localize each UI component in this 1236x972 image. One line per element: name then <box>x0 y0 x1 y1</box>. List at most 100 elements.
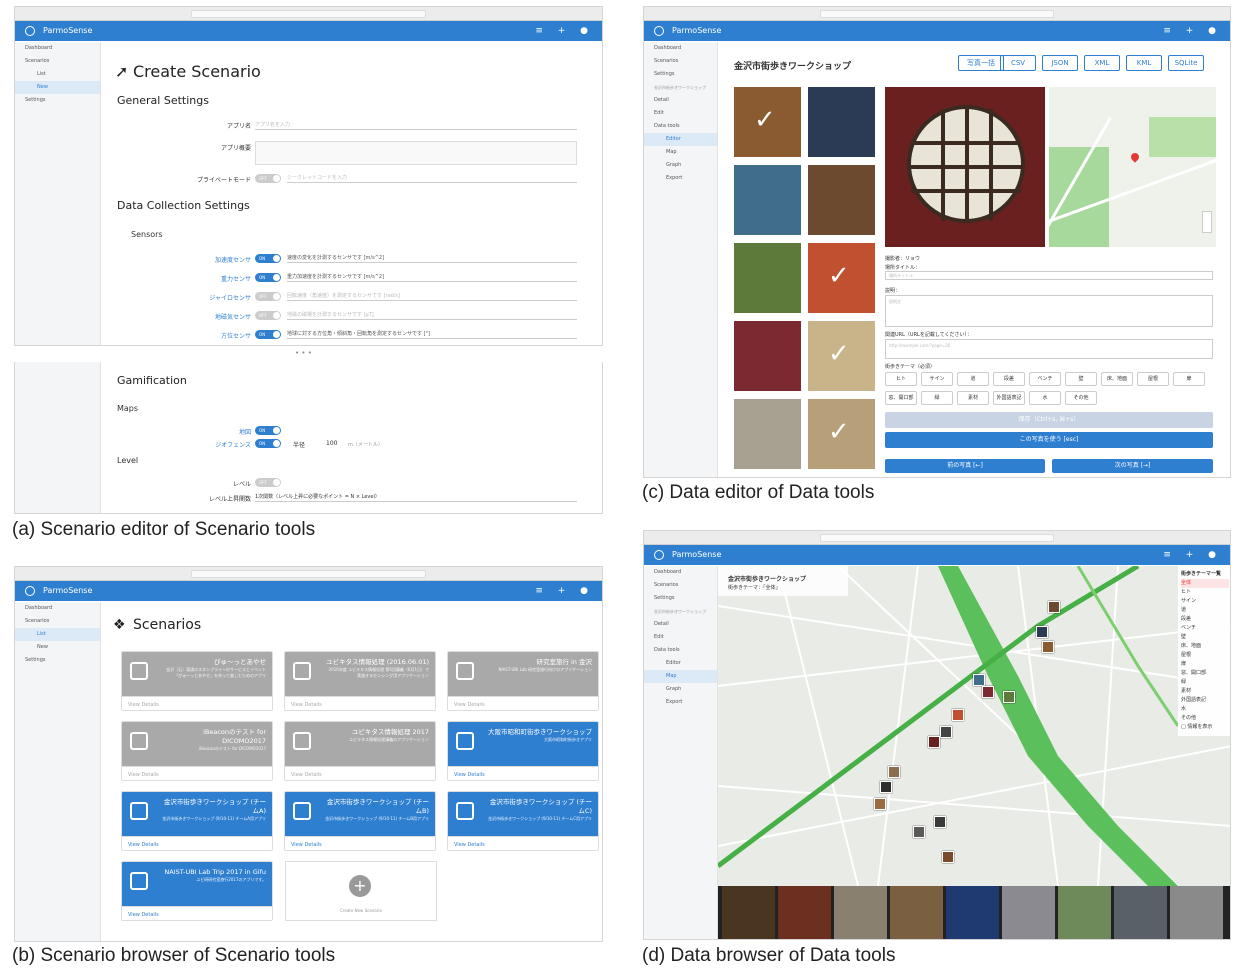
theme-tag-button[interactable]: 素材 <box>957 391 989 405</box>
level-toggle[interactable]: OFF <box>255 478 281 487</box>
strip-photo[interactable] <box>890 886 943 939</box>
photo-marker[interactable] <box>1048 601 1060 613</box>
sidebar-item-dashboard[interactable]: Dashboard <box>15 42 100 55</box>
theme-tag-button[interactable]: 窓、開口部 <box>885 391 917 405</box>
sidebar-item-settings[interactable]: Settings <box>644 592 717 605</box>
scenario-card[interactable]: 研究室旅行 in 金沢 NAIST-UBI Lab 研究室旅行向けのアプリケーシ… <box>447 651 599 711</box>
photo-thumbnail[interactable]: ✓ <box>808 321 875 391</box>
appdesc-textarea[interactable] <box>255 141 577 165</box>
photo-marker[interactable] <box>1003 691 1015 703</box>
scenario-card[interactable]: ユビキタス情報処理 (2016.06.01) 2016年度 ユビキタス情報処理 … <box>284 651 436 711</box>
theme-tag-button[interactable]: サイン <box>921 372 953 386</box>
sensor-toggle[interactable]: ON <box>255 273 281 282</box>
export-button[interactable]: KML <box>1126 55 1162 71</box>
photo-marker[interactable] <box>928 736 940 748</box>
view-details-link[interactable]: View Details <box>285 836 435 850</box>
sidebar-item-scenarios[interactable]: Scenarios <box>15 615 100 628</box>
view-details-link[interactable]: View Details <box>448 836 598 850</box>
map-view[interactable]: 金沢市街歩きワークショップ 街歩きテーマ：「全体」 街歩きテーマ一覧 全体 ヒトサ… <box>718 566 1230 939</box>
photo-thumbnail[interactable]: ✓ <box>734 87 801 157</box>
photo-marker[interactable] <box>880 781 892 793</box>
theme-tag-button[interactable]: 屋根 <box>1137 372 1169 386</box>
photo-thumbnail[interactable] <box>734 243 801 313</box>
sidebar-item-list[interactable]: List <box>15 628 100 641</box>
photo-marker[interactable] <box>942 851 954 863</box>
strip-photo[interactable] <box>1114 886 1167 939</box>
photo-thumbnail[interactable] <box>734 165 801 235</box>
theme-tag-button[interactable]: 道 <box>957 372 989 386</box>
sidebar-item-settings[interactable]: Settings <box>15 94 100 107</box>
legend-item[interactable]: 素材 <box>1181 687 1229 696</box>
sidebar-item-graph[interactable]: Graph <box>644 159 717 172</box>
levelup-select[interactable]: 1次関数（レベル上昇に必要なポイント = N × Level） <box>255 492 577 502</box>
sidebar-item-new[interactable]: New <box>15 81 100 94</box>
sidebar-item-detail[interactable]: Detail <box>644 618 717 631</box>
scenario-card[interactable]: ぴゅ〜っとあやせ 金沢（石）湯涌のスタンプラリーのサービスとイベント「ぴゅ〜っと… <box>121 651 273 711</box>
strip-photo[interactable] <box>1170 886 1223 939</box>
scenario-card[interactable]: 大阪市昭和町街歩きワークショップ 大阪市昭和町街歩きアプリ View Detai… <box>447 721 599 781</box>
sidebar-item-settings[interactable]: Settings <box>644 68 717 81</box>
sidebar-item-graph[interactable]: Graph <box>644 683 717 696</box>
theme-tag-button[interactable]: 緑 <box>921 391 953 405</box>
secret-code-input[interactable]: シークレットコードを入力 <box>287 173 577 183</box>
theme-tag-button[interactable]: ベンチ <box>1029 372 1061 386</box>
view-details-link[interactable]: View Details <box>122 696 272 710</box>
legend-item[interactable]: ヒト <box>1181 588 1229 597</box>
prev-photo-button[interactable]: 前の写真 [←] <box>885 459 1045 473</box>
photo-marker[interactable] <box>874 798 886 810</box>
sidebar-item-settings[interactable]: Settings <box>15 654 100 667</box>
strip-photo[interactable] <box>834 886 887 939</box>
sidebar-item-dashboard[interactable]: Dashboard <box>15 602 100 615</box>
legend-item[interactable]: 壁 <box>1181 633 1229 642</box>
legend-item[interactable]: その他 <box>1181 714 1229 723</box>
photo-thumbnail[interactable] <box>808 87 875 157</box>
sidebar-item-dashboard[interactable]: Dashboard <box>644 566 717 579</box>
legend-item[interactable]: サイン <box>1181 597 1229 606</box>
strip-photo[interactable] <box>722 886 775 939</box>
sidebar-item-edit[interactable]: Edit <box>644 631 717 644</box>
photo-thumbnail[interactable]: ✓ <box>808 399 875 469</box>
photo-thumbnail[interactable] <box>808 165 875 235</box>
location-map[interactable] <box>1049 87 1216 247</box>
theme-tag-button[interactable]: 段差 <box>993 372 1025 386</box>
create-scenario-card[interactable]: + Create New Scenario <box>285 861 437 921</box>
sidebar-item-edit[interactable]: Edit <box>644 107 717 120</box>
photo-thumbnail[interactable] <box>734 399 801 469</box>
sensor-toggle[interactable]: OFF <box>255 292 281 301</box>
strip-photo[interactable] <box>1058 886 1111 939</box>
appname-input[interactable]: アプリ名を入力 <box>255 120 577 130</box>
view-details-link[interactable]: View Details <box>122 836 272 850</box>
sidebar-item-datatools[interactable]: Data tools <box>644 120 717 133</box>
legend-item[interactable]: 床、地面 <box>1181 642 1229 651</box>
sidebar-item-editor[interactable]: Editor <box>644 657 717 670</box>
photo-marker[interactable] <box>940 726 952 738</box>
map-toggle[interactable]: ON <box>255 426 281 435</box>
app-name[interactable]: ParmoSense <box>672 26 721 35</box>
app-name[interactable]: ParmoSense <box>672 550 721 559</box>
theme-tag-button[interactable]: 壁 <box>1065 372 1097 386</box>
url-bar[interactable] <box>191 10 426 18</box>
header-actions-icon[interactable]: ≡ + ● <box>535 581 594 601</box>
export-button[interactable]: CSV <box>1000 55 1036 71</box>
url-bar[interactable] <box>819 534 1055 542</box>
photo-thumbnail[interactable] <box>734 321 801 391</box>
url-input[interactable]: http://example.com/?page=26 <box>885 339 1213 359</box>
strip-photo[interactable] <box>778 886 831 939</box>
theme-tag-button[interactable]: 床、地面 <box>1101 372 1133 386</box>
scenario-card[interactable]: 金沢市街歩きワークショップ (チームC) 金沢市街歩きワークショップ (9/10… <box>447 791 599 851</box>
save-button[interactable]: 保存（Ctrl+s, ⌘+s） <box>885 412 1213 428</box>
sidebar-item-map[interactable]: Map <box>644 670 717 683</box>
legend-item[interactable]: 段差 <box>1181 615 1229 624</box>
app-name[interactable]: ParmoSense <box>43 26 92 35</box>
view-details-link[interactable]: View Details <box>122 766 272 780</box>
header-actions-icon[interactable]: ≡ + ● <box>535 21 594 41</box>
legend-item[interactable]: 屋根 <box>1181 651 1229 660</box>
sensor-toggle[interactable]: ON <box>255 254 281 263</box>
sidebar-item-dashboard[interactable]: Dashboard <box>644 42 717 55</box>
sensor-toggle[interactable]: ON <box>255 330 281 339</box>
export-button[interactable]: JSON <box>1042 55 1078 71</box>
legend-item[interactable]: 道 <box>1181 606 1229 615</box>
scenario-card[interactable]: iBeaconのテスト for DICOMO2017 iBeaconのテスト f… <box>121 721 273 781</box>
sidebar-item-detail[interactable]: Detail <box>644 94 717 107</box>
geofence-toggle[interactable]: ON <box>255 439 281 448</box>
